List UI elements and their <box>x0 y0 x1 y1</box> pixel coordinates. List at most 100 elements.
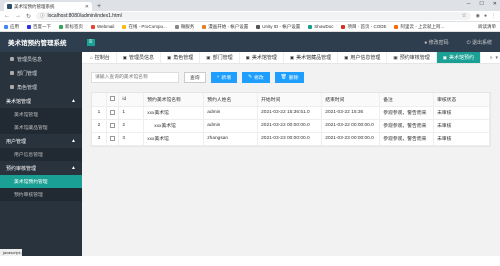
row-number: 3 <box>92 132 108 146</box>
select-all-checkbox[interactable] <box>109 96 115 102</box>
toolbar: 查询 +新增 ✎修改 🗑删除 <box>91 71 491 83</box>
page-tab[interactable]: ▣ 美术馆藏品管理 <box>284 52 339 63</box>
change-password-link[interactable]: ● 修改密码 <box>424 39 448 46</box>
menu-toggle-button[interactable]: ≡ <box>86 38 95 46</box>
sidebar-subitem[interactable]: 美术馆预约管理 <box>0 175 82 188</box>
close-window-icon[interactable]: ✕ <box>493 1 497 7</box>
cell-person: zhangsan <box>203 132 259 146</box>
browser-tab[interactable]: 美术馆预约管理系统 ✕ <box>4 2 92 11</box>
sidebar-group[interactable]: 预约审核管理 ▲ <box>0 161 82 175</box>
bookmark-item[interactable]: 阿里云 - 上云就上阿... <box>394 24 444 30</box>
bookmark-icon <box>4 24 8 29</box>
bookmark-item[interactable]: 漫画开始 - 帐户设置 <box>202 24 248 30</box>
page-tab[interactable]: ▣ 美术馆管理 <box>240 52 284 63</box>
bookmark-item[interactable]: 微服务 <box>174 24 194 30</box>
bookmark-item[interactable]: Webmail <box>91 24 114 29</box>
menu-icon[interactable]: ⋮ <box>491 13 496 19</box>
sidebar-item[interactable]: 部门管理 <box>0 66 82 80</box>
cell-note: 参观参观，警告而来 <box>379 132 435 146</box>
close-icon[interactable]: ✕ <box>85 4 89 10</box>
sidebar-subitem[interactable]: 美术馆藏品管理 <box>0 121 82 134</box>
bookmark-item[interactable]: 项目 · 首页 - CODE <box>341 24 386 30</box>
table-row[interactable]: 2 2 xxx美术馆 admin 2021-03-22 00:00:00.0 2021-0… <box>92 119 490 133</box>
page-tab[interactable]: ▣ 美术馆预约 <box>436 52 481 63</box>
column-header: 备注 <box>379 93 435 107</box>
minimize-icon[interactable]: ─ <box>467 1 471 7</box>
table-row[interactable]: 3 3 xxx美术馆 zhangsan 2021-03-23 00:00:00.0 202… <box>92 132 490 146</box>
page-tab[interactable]: ⌂ 控制台 <box>84 52 117 63</box>
cell-start: 2021-03-22 15:36:51.0 <box>257 106 323 120</box>
row-checkbox[interactable] <box>109 122 115 128</box>
cell-note: 参观参观，警告而来 <box>379 119 435 133</box>
bookmark-icon <box>308 24 313 29</box>
row-number: 1 <box>92 106 108 120</box>
sidebar-item[interactable]: 角色管理 <box>0 80 82 94</box>
maximize-icon[interactable]: ☐ <box>479 1 483 7</box>
add-button[interactable]: + 新增 <box>210 71 238 83</box>
data-table: id 预约美术馆名称 预约人姓名 开始时间 结束时间 备注 审核状态 1 1 xxx美术馆 adm… <box>91 92 491 147</box>
edit-button[interactable]: ✎ 修改 <box>242 71 270 83</box>
bookmark-item[interactable]: 在线 - ProCompo... <box>122 24 167 30</box>
chevron-right-icon[interactable]: » <box>490 55 493 61</box>
chevron-up-icon: ▲ <box>71 98 76 104</box>
bookmark-icon <box>256 24 261 29</box>
back-icon[interactable]: ← <box>4 13 10 19</box>
edit-icon: ✎ <box>248 74 253 80</box>
row-select-cell[interactable] <box>106 119 120 133</box>
page-tab[interactable]: ▣ 管理员信息 <box>117 52 162 63</box>
page-tab[interactable]: ▣ 角色管理 <box>161 52 201 63</box>
reading-list-button[interactable]: 阅读清单 <box>478 24 496 30</box>
cell-status: 未审核 <box>433 106 490 120</box>
row-number: 2 <box>92 119 108 133</box>
bookmark-icon <box>202 24 207 29</box>
sidebar-subitem[interactable]: 用户信息管理 <box>0 148 82 161</box>
bookmark-icon <box>122 24 127 29</box>
cell-person: admin <box>203 119 259 133</box>
bookmark-item[interactable]: 应用 <box>4 24 19 30</box>
address-bar-row: ← → ↻ ⓘ localhost:8080/admin/index1.html… <box>0 11 500 22</box>
bookmark-item[interactable]: ShowDoc <box>308 24 333 29</box>
logout-link[interactable]: ⏻ 退出系统 <box>467 39 492 46</box>
sidebar-subitem[interactable]: 预约审核管理 <box>0 188 82 201</box>
bookmark-item[interactable]: 百度一下 <box>27 24 51 30</box>
bookmark-icon <box>341 24 346 29</box>
sidebar-group[interactable]: 美术馆管理 ▲ <box>0 94 82 108</box>
sidebar-item[interactable]: 管理员信息 <box>0 52 82 66</box>
table-row[interactable]: 1 1 xxx美术馆 admin 2021-03-22 15:36:51.0 2021-0… <box>92 106 490 120</box>
bookmark-item[interactable]: Unity ID - 帐户设置 <box>256 24 300 30</box>
sidebar-subitem[interactable]: 美术馆管理 <box>0 108 82 121</box>
tab-icon: ▣ <box>206 54 211 60</box>
page-tab[interactable]: ▣ 部门管理 <box>200 52 240 63</box>
page-tab[interactable]: ▣ 用户信息管理 <box>338 52 388 63</box>
url-input[interactable]: ⓘ localhost:8080/admin/index1.html ☆ <box>36 12 471 20</box>
cell-end: 2021-03-22 00:00:00.0 <box>321 119 381 133</box>
bookmark-item[interactable]: 新标签页 <box>59 24 83 30</box>
favicon-icon <box>7 4 12 9</box>
row-checkbox[interactable] <box>109 135 115 141</box>
star-icon[interactable]: ☆ <box>462 13 467 19</box>
chevron-down-icon[interactable]: ▾ <box>495 55 498 61</box>
select-all-header[interactable] <box>106 93 120 107</box>
page-tab[interactable]: ▣ 预约审核管理 <box>387 52 437 63</box>
cell-id: 3 <box>118 132 145 146</box>
app-header: 美术馆预约管理系统 ≡ ● 修改密码 ⏻ 退出系统 <box>0 32 500 52</box>
delete-button[interactable]: 🗑 删除 <box>274 71 305 83</box>
cell-name: xxx美术馆 <box>143 106 205 120</box>
cell-end: 2021-03-22 15:36 <box>321 106 381 120</box>
new-tab-button[interactable]: + <box>92 2 106 11</box>
cell-note: 参观参观，警告而来 <box>379 106 435 120</box>
sidebar-group[interactable]: 用户管理 ▲ <box>0 134 82 148</box>
tab-scroll-controls: » ▾ <box>490 55 500 61</box>
profile-icon[interactable]: ● <box>484 13 487 19</box>
window-controls: ─ ☐ ✕ <box>467 1 497 7</box>
search-input[interactable] <box>91 71 179 83</box>
reload-icon[interactable]: ↻ <box>26 13 31 20</box>
row-select-cell[interactable] <box>106 106 120 120</box>
row-checkbox[interactable] <box>109 109 115 115</box>
extension-icon[interactable]: ◉ <box>476 13 480 19</box>
row-select-cell[interactable] <box>106 132 120 146</box>
forward-icon[interactable]: → <box>15 13 21 19</box>
trash-icon: 🗑 <box>280 74 287 80</box>
query-button[interactable]: 查询 <box>184 71 206 83</box>
bookmark-icon <box>174 24 179 29</box>
